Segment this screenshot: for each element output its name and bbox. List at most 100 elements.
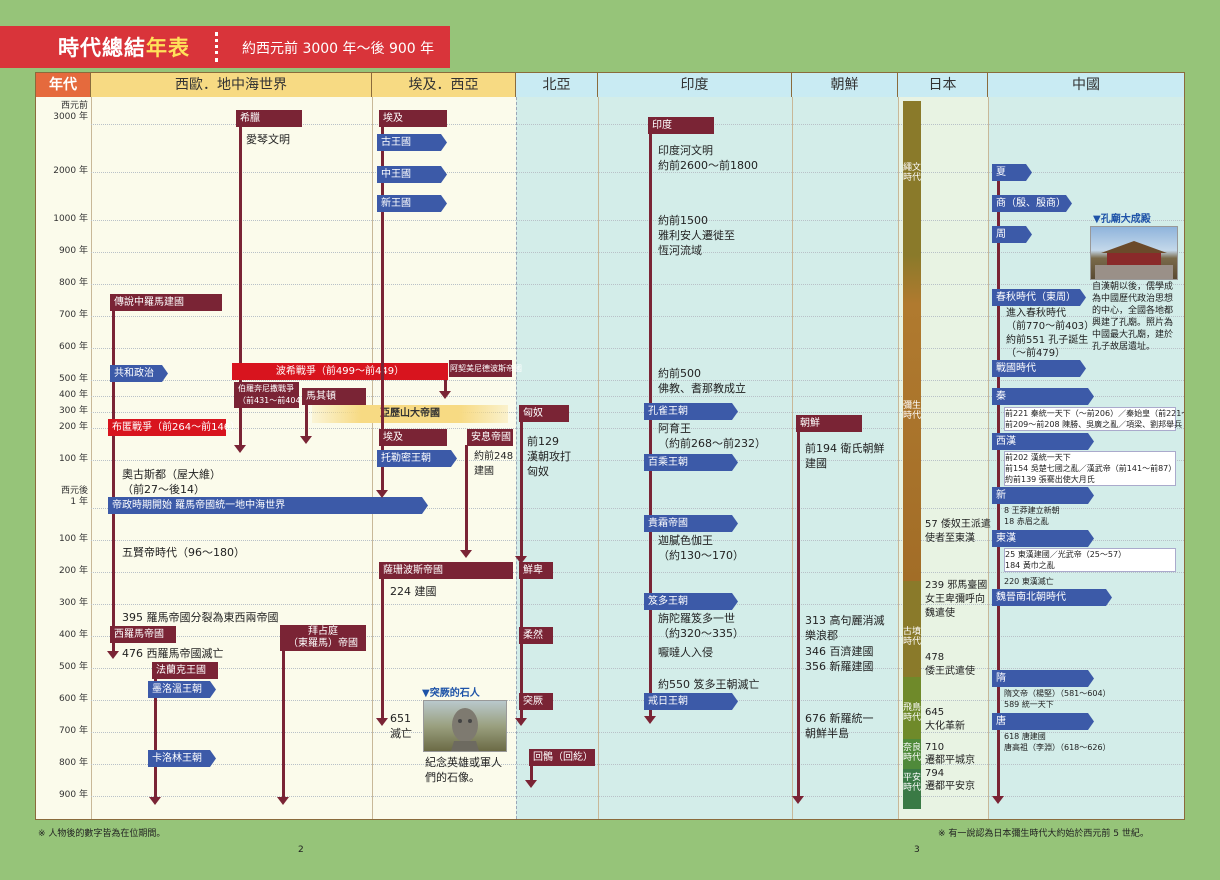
label-asuka: 飛鳥時代 — [903, 703, 922, 723]
label-egypt: 埃及 — [379, 110, 447, 127]
label-rome-founding: 傳說中羅馬建國 — [110, 294, 222, 311]
text-eastern-han-fall: 220 東漢滅亡 — [1004, 577, 1054, 586]
label-uighur: 回鶻（回紇） — [529, 749, 595, 766]
year-label: 900 年 — [58, 246, 88, 256]
year-label: 100 年 — [58, 454, 88, 464]
caption-turk-stone: ▼突厥的石人 — [422, 688, 480, 699]
label-kushan: 貴霜帝國 — [644, 515, 738, 532]
gridline — [91, 252, 1184, 253]
gridline — [91, 764, 1184, 765]
year-label: 1000 年 — [53, 214, 88, 224]
year-label: 800 年 — [58, 758, 88, 768]
label-tang: 唐 — [992, 713, 1094, 730]
text-xiongnu-note: 前129 漢朝攻打 匈奴 — [527, 435, 571, 478]
text-turk-stone-caption: 紀念英雄或軍人 們的石像。 — [425, 756, 502, 784]
text-tang-note: 618 唐建國 唐高祖（李淵）（618～626） — [1004, 732, 1111, 752]
year-label: 700 年 — [58, 726, 88, 736]
header-west: 西歐．地中海世界 — [91, 73, 372, 97]
year-label: 300 年 — [58, 598, 88, 608]
text-han-note: 前202 漢統一天下 前154 吳楚七國之亂／漢武帝（前141～前87） 約前139… — [1004, 451, 1177, 486]
text-sassanid-note: 224 建國 — [390, 585, 437, 598]
year-label: 2000 年 — [53, 166, 88, 176]
text-sassanid-fall: 651 滅亡 — [390, 712, 412, 740]
label-eastern-han: 東漢 — [992, 530, 1094, 547]
year-label: 800 年 — [58, 278, 88, 288]
arrow-achaemenid — [439, 380, 451, 399]
text-aegean: 愛琴文明 — [246, 133, 290, 146]
label-merovingian: 墨洛溫王朝 — [148, 681, 216, 698]
label-sassanid: 薩珊波斯帝國 — [379, 562, 513, 579]
year-label: 西元前 3000 年 — [53, 101, 88, 122]
arrow-byzantine — [277, 641, 289, 805]
text-goguryeo: 313 高句麗消滅 樂浪郡 — [805, 614, 885, 642]
text-confucius-born: 約前551 孔子誕生 （～前479） — [1006, 335, 1089, 359]
header-year: 年代 — [36, 73, 91, 97]
arrow-india — [644, 133, 656, 724]
year-label: 200 年 — [58, 422, 88, 432]
divider — [91, 97, 92, 819]
header-china: 中國 — [988, 73, 1184, 97]
year-label: 700 年 — [58, 310, 88, 320]
text-japan-478: 478 倭王武遣使 — [925, 652, 975, 677]
label-alexander: 亞歷山大帝國 — [312, 405, 508, 423]
label-rouran: 柔然 — [519, 627, 553, 644]
year-label: 100 年 — [58, 534, 88, 544]
label-ptolemaic: 托勒密王朝 — [377, 450, 457, 467]
text-spring-note: 進入春秋時代 （前770～前403） — [1006, 308, 1095, 332]
text-japan-794: 794 遷都平安京 — [925, 768, 975, 792]
text-chandragupta: 旃陀羅笈多一世 （約320～335） — [658, 612, 744, 640]
label-gupta: 笈多王朝 — [644, 593, 738, 610]
label-joseon: 朝鮮 — [796, 415, 862, 432]
label-wei-jin: 魏晉南北朝時代 — [992, 589, 1112, 606]
footnote-right: ※ 有一說認為日本彌生時代大約始於西元前 5 世紀。 — [938, 829, 1149, 839]
text-japan-645: 645 大化革新 — [925, 707, 965, 732]
label-xiongnu: 匈奴 — [519, 405, 569, 422]
caption-confucius-temple: ▼孔廟大成殿 — [1093, 214, 1151, 225]
page-subtitle: 約西元前 3000 年～後 900 年 — [242, 41, 435, 57]
label-parthia: 安息帝國 — [467, 429, 513, 446]
text-baekje: 346 百濟建國 — [805, 645, 874, 658]
text-unify: 676 新羅統一 朝鮮半島 — [805, 712, 874, 740]
label-republic: 共和政治 — [110, 365, 168, 382]
gridline — [91, 572, 1184, 573]
text-silla: 356 新羅建國 — [805, 660, 874, 673]
divider — [988, 97, 989, 819]
label-satavahana: 百乘王朝 — [644, 454, 738, 471]
text-five-emperors: 五賢帝時代（96～180） — [122, 546, 245, 559]
arrow-parthia — [460, 445, 472, 558]
label-punic: 布匿戰爭（前264～前146） — [108, 419, 240, 436]
text-aryan: 約前1500 雅利安人遷徙至 恆河流域 — [658, 214, 735, 257]
text-xin-note: 8 王莽建立新朝 18 赤眉之亂 — [1004, 506, 1060, 526]
divider — [792, 97, 793, 819]
label-western-han: 西漢 — [992, 433, 1094, 450]
header-korea: 朝鮮 — [792, 73, 898, 97]
header-japan: 日本 — [898, 73, 988, 97]
header-india: 印度 — [598, 73, 792, 97]
year-label: 900 年 — [58, 790, 88, 800]
column-header-row: 年代 西歐．地中海世界 埃及．西亞 北亞 印度 朝鮮 日本 中國 — [36, 73, 1184, 97]
label-xin: 新 — [992, 487, 1094, 504]
label-warring-states: 戰國時代 — [992, 360, 1086, 377]
divider — [372, 97, 373, 819]
text-ashoka: 阿育王 （約前268～前232） — [658, 422, 766, 450]
label-western-rome: 西羅馬帝國 — [110, 626, 176, 643]
header-north: 北亞 — [516, 73, 598, 97]
photo-confucius-temple — [1090, 226, 1178, 280]
arrow-sassanid — [376, 578, 388, 726]
text-wiman: 前194 衛氏朝鮮 建國 — [805, 442, 885, 470]
year-label: 500 年 — [58, 662, 88, 672]
label-byzantine: 拜占庭 （東羅馬）帝國 — [280, 625, 366, 651]
label-nara: 奈良時代 — [903, 743, 922, 763]
year-label: 400 年 — [58, 390, 88, 400]
page-number-left: 2 — [298, 845, 304, 855]
year-label: 400 年 — [58, 630, 88, 640]
gridline — [91, 668, 1184, 669]
title-divider — [215, 32, 218, 62]
text-kanishka: 迦膩色伽王 （約130～170） — [658, 534, 744, 562]
text-western-fall: 476 西羅馬帝國滅亡 — [122, 647, 224, 660]
stone-statue-image — [451, 708, 479, 751]
text-japan-57: 57 倭奴王派遣 使者至東漢 — [925, 519, 991, 544]
label-india: 印度 — [648, 117, 714, 134]
label-maurya: 孔雀王朝 — [644, 403, 738, 420]
text-split: 395 羅馬帝國分裂為東西兩帝國 — [122, 611, 279, 624]
